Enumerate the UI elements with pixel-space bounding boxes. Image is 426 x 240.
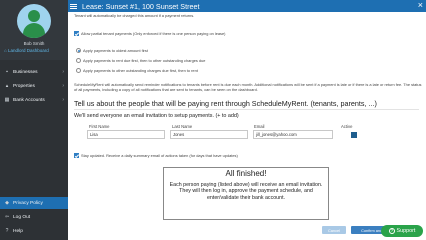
header-bar: Lease: Sunset #1, 100 Sunset Street × (68, 0, 426, 12)
apply-option-charges-first[interactable]: Apply payments to other outstanding char… (76, 68, 198, 73)
page-title: Lease: Sunset #1, 100 Sunset Street (82, 1, 200, 11)
question-icon: ? (5, 228, 9, 234)
last-name-input[interactable]: Jones (170, 130, 248, 139)
sidebar-item-properties[interactable]: ▴ Properties › (0, 80, 68, 92)
daily-update-row[interactable]: Stay updated. Receive a daily summary em… (74, 153, 238, 158)
avatar[interactable] (17, 4, 51, 38)
landlord-dashboard-link[interactable]: ⌂ Landlord Dashboard (4, 48, 49, 53)
last-name-header: Last Name (172, 124, 193, 129)
home-icon: ▴ (5, 83, 9, 89)
divider (74, 109, 419, 110)
apply-rent-first-radio[interactable] (76, 58, 81, 63)
partial-payments-row[interactable]: Allow partial tenant payments (Only enfo… (74, 31, 225, 36)
apply-option-rent-first[interactable]: Apply payments to rent due first, then t… (76, 58, 205, 63)
sidebar-item-businesses[interactable]: ▪ Businesses › (0, 66, 68, 78)
partial-payments-checkbox[interactable] (74, 31, 79, 36)
tenant-notice: Tenant will automatically be charged thi… (74, 13, 195, 18)
lease-form: Tenant will automatically be charged thi… (68, 12, 426, 240)
chevron-right-icon: › (62, 83, 64, 89)
daily-update-checkbox[interactable] (74, 153, 79, 158)
close-icon[interactable]: × (418, 1, 423, 10)
menu-icon[interactable] (70, 0, 80, 12)
apply-charges-first-radio[interactable] (76, 68, 81, 73)
user-name: Bob Smith (23, 41, 45, 46)
apply-option-oldest[interactable]: Apply payments to oldest amount first (76, 48, 148, 53)
active-header: Active (341, 124, 353, 129)
sidebar-item-privacy-policy[interactable]: ◆ Privacy Policy (0, 197, 68, 209)
sidebar-item-log-out[interactable]: ⇦ Log Out (0, 211, 68, 223)
email-input[interactable]: jill_jones@yahoo.com (253, 130, 333, 139)
notifications-text: ScheduleMyRent will automatically send r… (74, 82, 422, 93)
finished-body: Each person paying (listed above) will r… (169, 182, 323, 201)
help-circle-icon (388, 228, 395, 234)
first-name-input[interactable]: Lisa (87, 130, 165, 139)
logout-icon: ⇦ (4, 214, 10, 220)
active-checkbox[interactable] (351, 132, 357, 138)
bank-icon: ▦ (4, 97, 10, 103)
email-header: Email (254, 124, 265, 129)
profile-panel: Bob Smith ⌂ Landlord Dashboard (0, 0, 68, 60)
finished-title: All finished! (225, 169, 267, 178)
finished-panel: All finished! Each person paying (listed… (163, 167, 329, 220)
sidebar: Bob Smith ⌂ Landlord Dashboard ▪ Busines… (0, 0, 68, 240)
sidebar-item-bank-accounts[interactable]: ▦ Bank Accounts › (0, 94, 68, 106)
chevron-right-icon: › (62, 69, 64, 75)
briefcase-icon: ▪ (6, 69, 8, 75)
shield-icon: ◆ (5, 200, 9, 206)
cancel-button[interactable]: Cancel (322, 226, 346, 234)
email-prompt: We'll send everyone an email invitation … (74, 113, 239, 119)
chevron-right-icon: › (62, 97, 64, 103)
support-button[interactable]: Support (381, 225, 423, 237)
sidebar-item-help[interactable]: ? Help (0, 225, 68, 237)
first-name-header: First Name (89, 124, 110, 129)
tenants-question: Tell us about the people that will be pa… (74, 99, 377, 108)
apply-oldest-radio[interactable] (76, 48, 81, 53)
